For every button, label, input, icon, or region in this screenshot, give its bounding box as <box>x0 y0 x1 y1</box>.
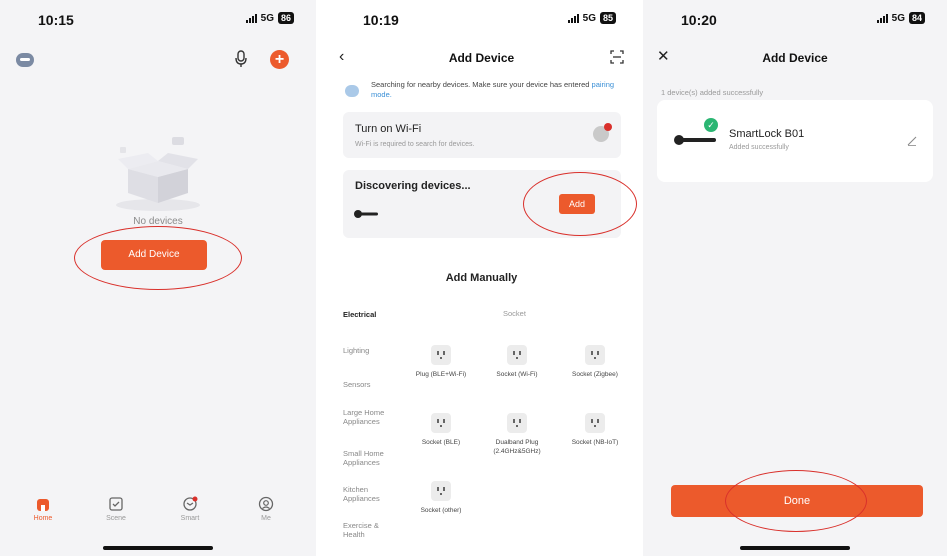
smart-icon <box>183 496 198 511</box>
category-exercise-health[interactable]: Exercise & Health <box>343 521 395 539</box>
edit-pencil-icon[interactable] <box>907 136 917 146</box>
socket-icon <box>585 413 605 433</box>
page-title: Add Device <box>762 51 828 65</box>
product-label: Socket (other) <box>420 507 462 514</box>
network-label: 5G <box>260 12 274 24</box>
tab-smart[interactable]: Smart <box>165 496 215 522</box>
signal-icon <box>567 13 579 23</box>
product-label: Plug (BLE+Wi-Fi) <box>415 371 467 378</box>
tab-scene[interactable]: Scene <box>91 496 141 522</box>
product-label: Socket (BLE) <box>421 439 461 446</box>
empty-box-illustration <box>116 137 200 211</box>
home-screen: 10:15 5G 86 + No devices Add Device Home… <box>0 0 316 556</box>
status-time: 10:19 <box>363 12 399 28</box>
socket-section-header: Socket <box>503 309 526 318</box>
battery-icon: 86 <box>277 12 294 24</box>
profile-icon <box>258 496 274 512</box>
product-socket-nb-iot[interactable]: Socket (NB-IoT) <box>567 413 623 447</box>
battery-icon: 85 <box>599 12 616 24</box>
socket-icon <box>431 413 451 433</box>
status-time: 10:15 <box>38 12 74 28</box>
socket-icon <box>507 345 527 365</box>
searching-notice: Searching for nearby devices. Make sure … <box>343 80 623 104</box>
product-label: Socket (Zigbee) <box>572 371 618 378</box>
wifi-title: Turn on Wi-Fi <box>355 123 422 135</box>
status-bar: 10:15 5G 86 <box>0 0 316 40</box>
signal-icon <box>876 13 888 23</box>
screenshot-collage: 10:15 5G 86 + No devices Add Device Home… <box>0 0 947 556</box>
category-kitchen-appliances[interactable]: Kitchen Appliances <box>343 485 395 503</box>
category-electrical[interactable]: Electrical <box>343 310 395 319</box>
tab-me-label: Me <box>261 515 271 522</box>
socket-icon <box>585 345 605 365</box>
product-socket-zigbee[interactable]: Socket (Zigbee) <box>567 345 623 379</box>
wifi-alert-icon <box>593 123 612 142</box>
product-label: Socket (Wi-Fi) <box>496 371 538 378</box>
home-indicator <box>740 546 850 550</box>
home-avatar-icon[interactable] <box>16 53 34 67</box>
network-label: 5G <box>891 12 905 24</box>
socket-icon <box>431 345 451 365</box>
added-device-card[interactable]: ✓ SmartLock B01 Added successfully <box>657 100 933 182</box>
highlight-circle-done <box>725 470 867 532</box>
added-count-text: 1 device(s) added successfully <box>661 88 764 97</box>
signal-group: 5G 84 <box>876 12 925 24</box>
add-plus-button[interactable]: + <box>270 50 289 69</box>
page-title: Add Device <box>448 51 515 65</box>
success-check-icon: ✓ <box>704 118 718 132</box>
tab-scene-label: Scene <box>106 515 126 522</box>
searching-icon <box>345 85 359 97</box>
category-small-home-appliances[interactable]: Small Home Appliances <box>343 449 395 467</box>
nav-bar: ‹ Add Device <box>325 44 638 72</box>
highlight-circle-add-device <box>74 226 242 290</box>
product-socket-wifi[interactable]: Socket (Wi-Fi) <box>489 345 545 379</box>
battery-icon: 84 <box>908 12 925 24</box>
tab-smart-label: Smart <box>180 515 200 522</box>
category-lighting[interactable]: Lighting <box>343 346 395 355</box>
device-added-screen: 10:20 5G 84 ✕ Add Device 1 device(s) add… <box>643 0 947 556</box>
status-bar: 10:19 5G 85 <box>325 0 638 40</box>
discovering-title: Discovering devices... <box>355 180 471 192</box>
status-time: 10:20 <box>681 12 717 28</box>
tab-me[interactable]: Me <box>241 496 291 522</box>
tab-home-label: Home <box>33 515 53 522</box>
product-label: Socket (NB-IoT) <box>571 439 619 446</box>
signal-icon <box>245 13 257 23</box>
signal-group: 5G 86 <box>245 12 294 24</box>
wifi-subtitle: Wi-Fi is required to search for devices. <box>355 141 475 148</box>
product-dualband-plug[interactable]: Dualband Plug (2.4GHz&5GHz) <box>485 413 549 456</box>
highlight-circle-add <box>523 172 637 236</box>
smart-lock-thumbnail-icon <box>354 210 378 218</box>
scan-icon[interactable] <box>610 50 624 64</box>
socket-icon <box>431 481 451 501</box>
searching-text: Searching for nearby devices. Make sure … <box>371 80 621 100</box>
product-socket-other[interactable]: Socket (other) <box>413 481 469 515</box>
nav-bar: ✕ Add Device <box>643 44 947 72</box>
device-name: SmartLock B01 <box>729 128 805 140</box>
device-status: Added successfully <box>729 144 789 151</box>
tab-home[interactable]: Home <box>18 496 68 522</box>
add-device-screen: 10:19 5G 85 ‹ Add Device Searching for n… <box>325 0 638 556</box>
home-indicator <box>103 546 213 550</box>
category-large-home-appliances[interactable]: Large Home Appliances <box>343 408 395 426</box>
searching-message: Searching for nearby devices. Make sure … <box>371 80 590 89</box>
wifi-card[interactable]: Turn on Wi-Fi Wi-Fi is required to searc… <box>343 112 621 158</box>
scene-icon <box>109 497 123 511</box>
product-socket-ble[interactable]: Socket (BLE) <box>413 413 469 447</box>
signal-group: 5G 85 <box>567 12 616 24</box>
bottom-tab-bar: Home Scene Smart Me <box>0 496 316 536</box>
product-plug-ble-wifi[interactable]: Plug (BLE+Wi-Fi) <box>413 345 469 379</box>
smart-lock-icon <box>674 135 716 145</box>
network-label: 5G <box>582 12 596 24</box>
socket-icon <box>507 413 527 433</box>
microphone-icon[interactable] <box>234 50 248 68</box>
status-bar: 10:20 5G 84 <box>643 0 947 40</box>
product-label: Dualband Plug (2.4GHz&5GHz) <box>493 439 541 455</box>
category-sensors[interactable]: Sensors <box>343 380 395 389</box>
add-manually-title: Add Manually <box>445 272 518 284</box>
home-icon <box>37 499 49 511</box>
